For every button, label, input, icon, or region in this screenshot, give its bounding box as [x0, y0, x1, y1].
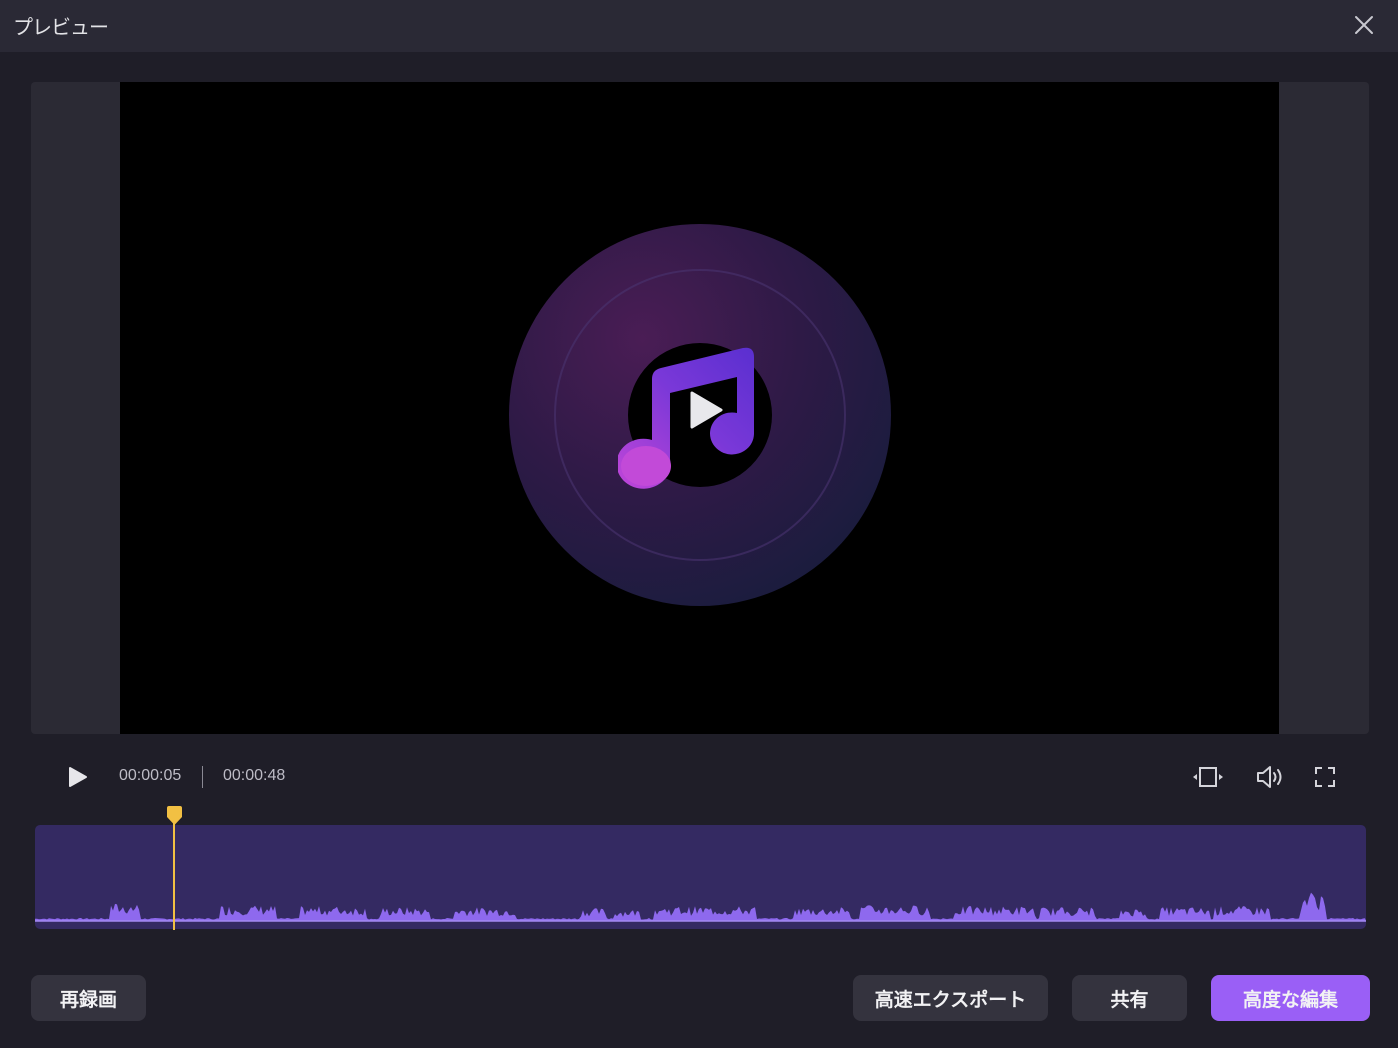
volume-button[interactable]	[1254, 762, 1288, 792]
time-separator	[202, 766, 203, 788]
rerecord-button[interactable]: 再録画	[31, 975, 146, 1021]
advanced-edit-button[interactable]: 高度な編集	[1211, 975, 1370, 1021]
play-button[interactable]	[64, 764, 90, 790]
waveform-shape	[35, 892, 1366, 921]
total-time: 00:00:48	[223, 767, 286, 784]
video-preview[interactable]	[120, 82, 1279, 734]
close-icon	[1355, 16, 1373, 34]
title-bar: プレビュー	[0, 0, 1398, 52]
play-icon	[69, 767, 87, 787]
audio-waveform	[35, 892, 1366, 922]
audio-timeline[interactable]	[35, 825, 1366, 929]
playhead-handle[interactable]	[165, 806, 184, 826]
fullscreen-button[interactable]	[1308, 762, 1342, 792]
player-controls: 00:00:05 00:00:48	[0, 752, 1398, 802]
volume-icon	[1257, 766, 1282, 788]
fullscreen-icon	[1315, 767, 1335, 787]
window-title: プレビュー	[13, 15, 109, 39]
center-play-icon[interactable]	[688, 390, 724, 430]
current-time: 00:00:05	[119, 767, 182, 784]
share-button[interactable]: 共有	[1072, 975, 1187, 1021]
playhead-line[interactable]	[173, 820, 176, 930]
aspect-ratio-icon	[1193, 767, 1223, 787]
playhead-marker-icon	[167, 806, 183, 825]
fast-export-button[interactable]: 高速エクスポート	[853, 975, 1048, 1021]
aspect-ratio-button[interactable]	[1191, 762, 1225, 792]
close-button[interactable]	[1350, 11, 1378, 39]
